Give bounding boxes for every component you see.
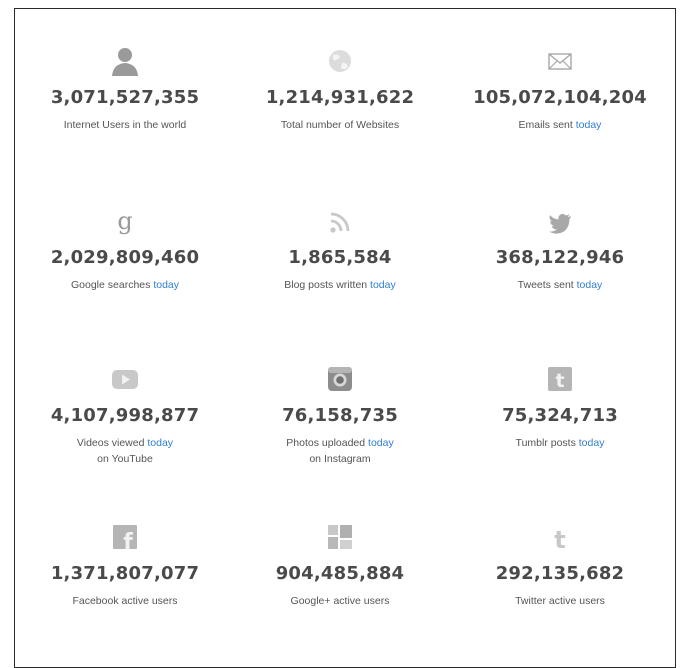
google-icon: g <box>105 205 145 239</box>
svg-text:g: g <box>117 207 132 235</box>
rss-icon <box>320 205 360 239</box>
stat-label: Tumblr posts today <box>515 437 605 449</box>
stat-label: Emails sent today <box>518 119 602 131</box>
stat-label: Blog posts written today <box>284 279 396 291</box>
today-link[interactable]: today <box>153 279 179 291</box>
today-link[interactable]: today <box>147 437 173 449</box>
svg-text:f: f <box>123 530 133 555</box>
stat-tweets: 368,122,946 Tweets sent today <box>450 205 670 293</box>
stat-label: Videos viewed today on YouTube <box>76 437 174 465</box>
stat-youtube-videos: 4,107,998,877 Videos viewed today on YouT… <box>15 363 235 467</box>
stat-label: Twitter active users <box>515 595 605 607</box>
facebook-icon: f <box>105 521 145 555</box>
stat-blog-posts: 1,865,584 Blog posts written today <box>230 205 450 293</box>
stats-grid: 3,071,527,355 Internet Users in the worl… <box>15 9 675 667</box>
today-link[interactable]: today <box>579 437 605 449</box>
globe-icon <box>320 45 360 79</box>
stat-value: 105,072,104,204 <box>473 87 647 108</box>
stat-value: 1,865,584 <box>288 247 392 268</box>
stat-label: Tweets sent today <box>517 279 603 291</box>
stat-label: Total number of Websites <box>280 119 400 131</box>
stat-value: 1,371,807,077 <box>50 563 200 584</box>
stat-label: Photos uploaded today on Instagram <box>286 437 394 465</box>
instagram-icon <box>320 363 360 397</box>
stat-google-plus-users: 904,485,884 Google+ active users <box>230 521 450 609</box>
tumblr-icon: t <box>540 363 580 397</box>
stat-twitter-users: t 292,135,682 Twitter active users <box>450 521 670 609</box>
stats-panel: 3,071,527,355 Internet Users in the worl… <box>14 8 676 668</box>
stat-value: 292,135,682 <box>495 563 625 584</box>
stat-value: 1,214,931,622 <box>265 87 415 108</box>
svg-text:t: t <box>555 370 564 392</box>
stat-websites: 1,214,931,622 Total number of Websites <box>230 45 450 133</box>
stat-value: 2,029,809,460 <box>50 247 200 268</box>
stat-value: 4,107,998,877 <box>50 405 200 426</box>
stat-instagram-photos: 76,158,735 Photos uploaded today on Insta… <box>230 363 450 467</box>
stat-value: 3,071,527,355 <box>50 87 200 108</box>
today-link[interactable]: today <box>370 279 396 291</box>
svg-text:t: t <box>554 526 565 554</box>
envelope-icon <box>540 45 580 79</box>
twitter-t-icon: t <box>540 521 580 555</box>
stat-label: Google+ active users <box>290 595 390 607</box>
stat-facebook-users: f 1,371,807,077 Facebook active users <box>15 521 235 609</box>
stat-value: 76,158,735 <box>282 405 398 426</box>
stat-google-searches: g 2,029,809,460 Google searches today <box>15 205 235 293</box>
stat-emails: 105,072,104,204 Emails sent today <box>450 45 670 133</box>
google-plus-icon <box>320 521 360 555</box>
today-link[interactable]: today <box>368 437 394 449</box>
stat-internet-users: 3,071,527,355 Internet Users in the worl… <box>15 45 235 133</box>
stat-tumblr-posts: t 75,324,713 Tumblr posts today <box>450 363 670 451</box>
stat-label: Internet Users in the world <box>63 119 187 131</box>
stat-label: Google searches today <box>71 279 179 291</box>
today-link[interactable]: today <box>576 119 602 131</box>
youtube-icon <box>105 363 145 397</box>
today-link[interactable]: today <box>577 279 603 291</box>
stat-value: 75,324,713 <box>502 405 618 426</box>
stat-value: 368,122,946 <box>495 247 625 268</box>
stat-value: 904,485,884 <box>275 563 405 584</box>
stat-label: Facebook active users <box>72 595 178 607</box>
twitter-bird-icon <box>540 205 580 239</box>
user-icon <box>105 45 145 79</box>
